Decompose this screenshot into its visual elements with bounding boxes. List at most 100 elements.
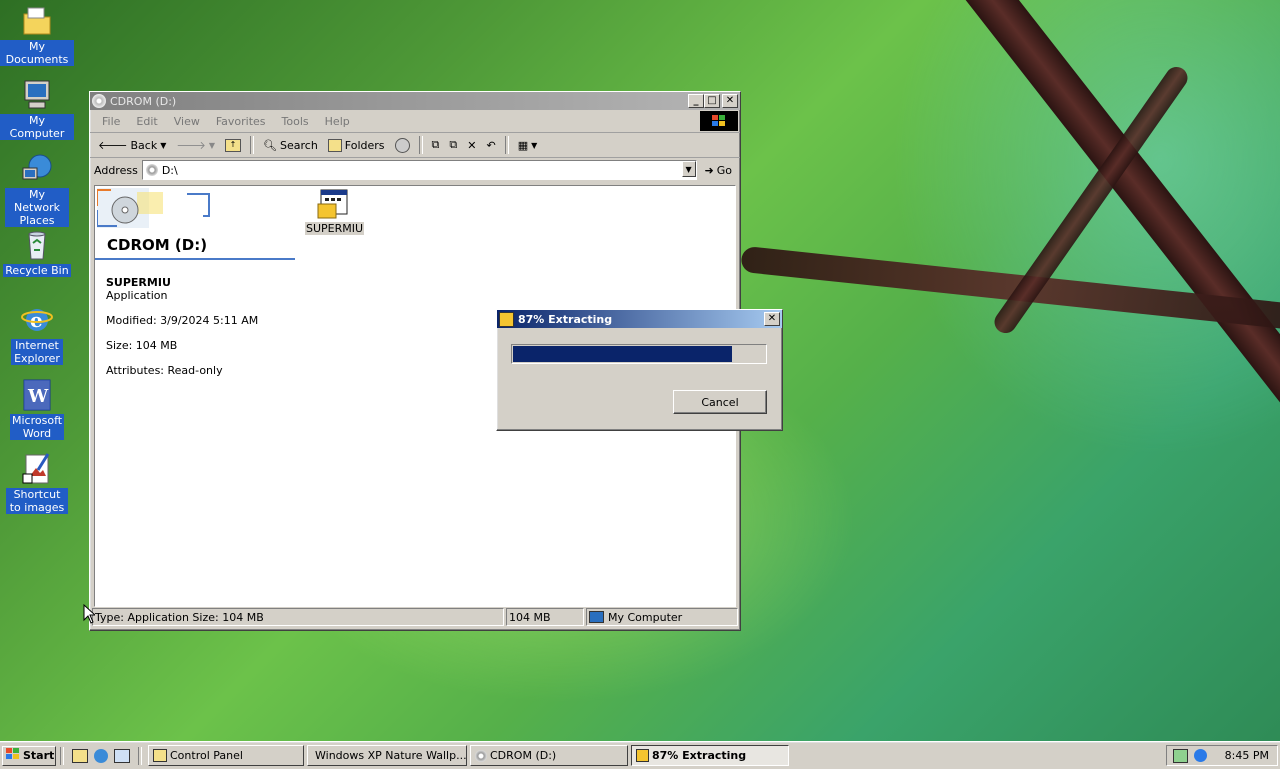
desktop-icon-label: My Documents [0,40,74,66]
computer-icon [20,78,54,112]
desktop-icon-label: My Computer [0,114,74,140]
back-button[interactable]: 🡐 Back ▼ [94,135,170,155]
recycle-bin-icon [20,228,54,262]
menu-help[interactable]: Help [317,115,358,128]
windows-logo-icon [700,111,738,131]
shortcut-icon [20,452,54,486]
delete-icon: ✕ [467,138,477,152]
task-wallpaper-browser[interactable]: Windows XP Nature Wallp... [307,745,467,766]
menu-favorites[interactable]: Favorites [208,115,274,128]
move-to-icon: ⧉ [431,138,440,151]
search-button[interactable]: 🔍︎ Search [259,135,322,155]
task-control-panel[interactable]: Control Panel [148,745,304,766]
dialog-titlebar[interactable]: 87% Extracting ✕ [497,310,782,328]
start-label: Start [23,749,55,762]
toolbar-separator [418,136,423,154]
file-item[interactable]: SUPERMIU [305,188,365,235]
up-folder-button[interactable]: ↑ [221,135,245,155]
views-button[interactable]: ▦ ▼ [514,135,542,155]
task-extracting[interactable]: 87% Extracting [631,745,789,766]
system-tray: 8:45 PM [1166,745,1278,766]
history-button[interactable] [391,135,414,155]
task-label: Windows XP Nature Wallp... [315,749,467,762]
task-label: Control Panel [170,749,243,762]
copy-to-button[interactable]: ⧉ [445,135,461,155]
address-dropdown-button[interactable]: ▼ [681,161,696,177]
status-zone: My Computer [586,608,738,626]
desktop-icon-label: My Network Places [5,188,69,227]
close-button[interactable]: ✕ [722,94,738,108]
desktop-icon-internet-explorer[interactable]: e Internet Explorer [0,303,74,365]
desktop-icon-network-places[interactable]: My Network Places [0,152,74,227]
desktop-icon-recycle-bin[interactable]: Recycle Bin [0,228,74,277]
cancel-label: Cancel [701,395,739,409]
desktop-icon-my-documents[interactable]: My Documents [0,4,74,66]
minimize-button[interactable]: _ [688,94,704,108]
close-button[interactable]: ✕ [764,312,780,326]
address-bar: Address D:\ ▼ ➜ Go [90,158,740,182]
windows-logo-icon [6,748,20,763]
go-label: Go [716,163,732,177]
task-label: CDROM (D:) [490,749,557,762]
desktop-icon-microsoft-word[interactable]: W Microsoft Word [0,378,74,440]
address-input[interactable]: D:\ ▼ [141,160,697,180]
forward-button[interactable]: 🡒 ▼ [172,135,219,155]
address-value: D:\ [161,163,178,177]
cdrom-small-icon [475,749,487,762]
back-arrow-icon: 🡐 [98,139,128,152]
network-tray-icon[interactable] [1173,748,1188,763]
go-button[interactable]: ➜ Go [701,160,736,180]
item-attributes: Attributes: Read-only [106,364,223,377]
show-desktop-icon[interactable] [72,748,88,763]
history-icon [394,137,410,153]
chevron-down-icon: ▼ [160,140,167,150]
copy-to-icon: ⧉ [449,138,458,151]
chevron-down-icon: ▼ [531,140,538,150]
task-cdrom[interactable]: CDROM (D:) [470,745,628,766]
quick-launch [68,748,134,763]
menu-edit[interactable]: Edit [128,115,165,128]
back-label: Back [130,138,158,152]
standard-toolbar: 🡐 Back ▼ 🡒 ▼ ↑ 🔍︎ Search Folders ⧉ ⧉ ✕ ↶ [90,133,740,158]
ie-icon: e [20,303,54,337]
desktop-icon-shortcut-images[interactable]: Shortcut to images [0,452,74,514]
progress-bar [511,344,767,364]
status-info: Type: Application Size: 104 MB [92,608,504,626]
menu-tools[interactable]: Tools [274,115,317,128]
application-icon [317,188,349,220]
computer-icon [589,611,604,623]
dialog-title: 87% Extracting [518,312,613,326]
svg-text:W: W [27,386,49,407]
start-button[interactable]: Start [2,745,56,766]
control-panel-icon [153,749,167,762]
network-icon [20,152,54,186]
search-label: Search [280,138,318,152]
desktop-icon-label: Internet Explorer [11,339,63,365]
move-to-button[interactable]: ⧉ [428,135,444,155]
item-size: Size: 104 MB [106,339,178,352]
maximize-button[interactable]: □ [704,94,720,108]
outlook-icon[interactable] [114,748,130,763]
globe-tray-icon[interactable] [1194,749,1207,762]
menu-file[interactable]: File [94,115,128,128]
status-bar: Type: Application Size: 104 MB 104 MB My… [92,608,738,628]
task-label: 87% Extracting [652,749,747,762]
taskbar-separator [60,746,64,765]
undo-button[interactable]: ↶ [482,135,499,155]
cdrom-small-icon [92,94,106,108]
extracting-dialog: 87% Extracting ✕ Cancel [496,309,783,431]
ie-icon[interactable] [94,748,108,763]
menu-view[interactable]: View [166,115,208,128]
clock[interactable]: 8:45 PM [1225,749,1269,762]
item-type: Application [106,289,168,302]
delete-button[interactable]: ✕ [463,135,480,155]
cancel-button[interactable]: Cancel [673,390,767,414]
desktop-icon-my-computer[interactable]: My Computer [0,78,74,140]
folders-button[interactable]: Folders [324,135,389,155]
cdrom-small-icon [145,164,158,176]
drive-title: CDROM (D:) [107,236,208,254]
explorer-titlebar[interactable]: CDROM (D:) _ □ ✕ [90,92,740,110]
up-folder-icon: ↑ [225,138,242,152]
taskbar-separator [138,746,142,765]
status-zone-label: My Computer [608,610,683,624]
